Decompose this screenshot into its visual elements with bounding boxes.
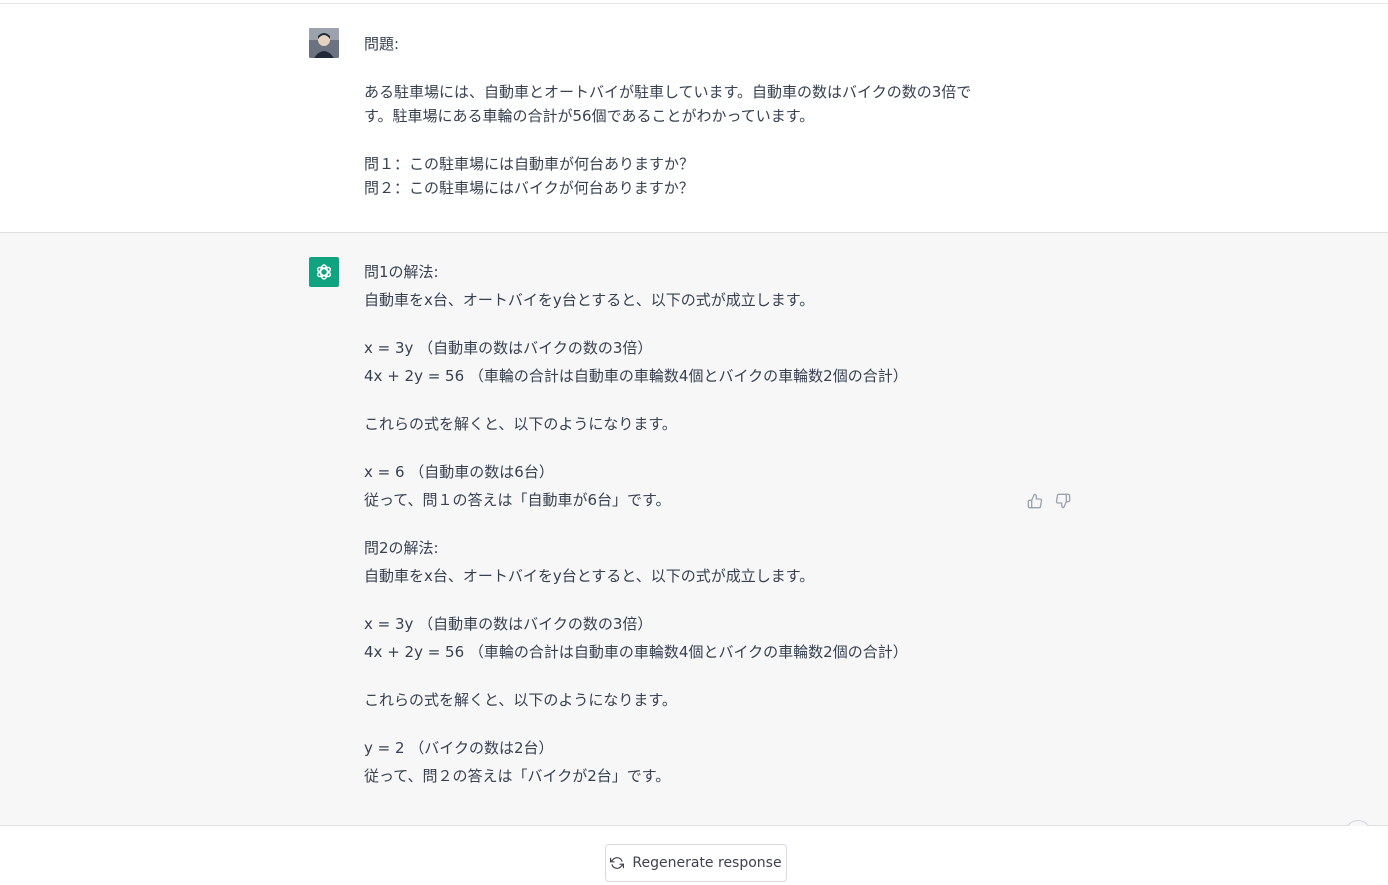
message-line: す。駐車場にある車輪の合計が56個であることがわかっています。 [364,107,815,125]
message-line: 問1の解法: [364,263,439,281]
assistant-avatar [309,257,339,287]
message-line: x = 3y （自動車の数はバイクの数の3倍） [364,339,653,357]
assistant-message-text: 問1の解法: 自動車をx台、オートバイをy台とすると、以下の式が成立します。 x =… [364,258,1014,790]
message-line: 4x + 2y = 56 （車輪の合計は自動車の車輪数4個とバイクの車輪数2個の… [364,643,908,661]
assistant-message: 問1の解法: 自動車をx台、オートバイをy台とすると、以下の式が成立します。 x =… [0,233,1388,826]
bottom-bar: Regenerate response [0,826,1388,885]
message-line: 自動車をx台、オートバイをy台とすると、以下の式が成立します。 [364,291,815,309]
user-message-text: 問題: ある駐車場には、自動車とオートバイが駐車しています。自動車の数はバイクの数… [364,32,1014,200]
refresh-icon [610,857,625,869]
message-line: x = 6 （自動車の数は6台） [364,463,554,481]
openai-logo-icon [316,264,332,280]
message-line: これらの式を解くと、以下のようになります。 [364,415,677,433]
message-line: 自動車をx台、オートバイをy台とすると、以下の式が成立します。 [364,567,815,585]
thumbs-down-icon[interactable] [1054,491,1072,511]
message-line: 問題: [364,35,400,53]
user-message: 問題: ある駐車場には、自動車とオートバイが駐車しています。自動車の数はバイクの数… [0,4,1388,233]
message-line: ある駐車場には、自動車とオートバイが駐車しています。自動車の数はバイクの数の3倍… [364,83,972,101]
message-line: 4x + 2y = 56 （車輪の合計は自動車の車輪数4個とバイクの車輪数2個の… [364,367,908,385]
message-line: 従って、問２の答えは「バイクが2台」です。 [364,767,671,785]
feedback-buttons [1026,491,1072,511]
message-line: 問２：この駐車場にはバイクが何台ありますか？ [364,179,694,197]
message-line: 問１：この駐車場には自動車が何台ありますか？ [364,155,695,173]
message-line: y = 2 （バイクの数は2台） [364,739,554,757]
chat-page: 問題: ある駐車場には、自動車とオートバイが駐車しています。自動車の数はバイクの数… [0,0,1388,885]
thumbs-up-icon[interactable] [1026,491,1044,511]
message-line: 問2の解法: [364,539,439,557]
regenerate-response-button[interactable]: Regenerate response [605,844,787,882]
message-line: x = 3y （自動車の数はバイクの数の3倍） [364,615,653,633]
message-line: 従って、問１の答えは「自動車が6台」です。 [364,491,671,509]
regenerate-label: Regenerate response [632,855,782,871]
user-avatar [309,28,339,58]
user-photo-icon [309,28,339,58]
message-line: これらの式を解くと、以下のようになります。 [364,691,677,709]
